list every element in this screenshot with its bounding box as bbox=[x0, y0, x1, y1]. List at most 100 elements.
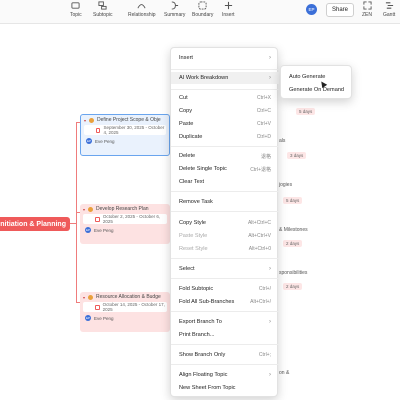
subtopic-title: Resource Allocation & Budge bbox=[96, 294, 161, 300]
chevron-right-icon: › bbox=[269, 372, 271, 378]
menu-item-label: Fold Subtopic bbox=[179, 286, 214, 292]
menu-shortcut: Ctrl+D bbox=[256, 134, 271, 140]
menu-item-label: Copy bbox=[179, 108, 193, 114]
menu-item-duplicate[interactable]: Duplicate Ctrl+D bbox=[171, 131, 279, 143]
menu-item-new-sheet-from-topic[interactable]: New Sheet From Topic bbox=[171, 382, 279, 394]
subtopic-date: September 30, 2025 - October 4, 2025 bbox=[84, 125, 166, 135]
menu-item-label: Insert bbox=[179, 55, 193, 61]
menu-item-export-branch[interactable]: Export Branch To › bbox=[171, 316, 279, 328]
menu-separator bbox=[171, 344, 279, 345]
subtopic-card[interactable]: ▾ Develop Research Plan October 2, 2025 … bbox=[80, 204, 170, 244]
chevron-right-icon: › bbox=[269, 319, 271, 325]
gantt-label: Gantt bbox=[383, 12, 396, 18]
menu-item-delete-single-topic[interactable]: Delete Single Topic Ctrl+退格 bbox=[171, 163, 279, 175]
context-menu: Insert › AI Work Breakdown › Cut Ctrl+X Cop… bbox=[170, 47, 279, 397]
menu-item-label: Print Branch... bbox=[179, 332, 215, 338]
menu-item-label: Duplicate bbox=[179, 134, 203, 140]
zen-mode-button[interactable]: ZEN bbox=[362, 1, 372, 18]
insert-tool-button[interactable]: Insert bbox=[222, 1, 235, 18]
menu-item-label: Paste bbox=[179, 121, 194, 127]
chevron-right-icon: › bbox=[269, 266, 271, 272]
menu-item-fold-subtopic[interactable]: Fold Subtopic Ctrl+/ bbox=[171, 283, 279, 295]
subtopic-date: October 14, 2025 - October 17, 2025 bbox=[83, 302, 167, 312]
subtopic-card[interactable]: ▾ Resource Allocation & Budge October 14… bbox=[80, 292, 170, 332]
subtopic-title-row: ▾ Define Project Scope & Obje bbox=[81, 115, 169, 125]
menu-item-copy[interactable]: Copy Ctrl+C bbox=[171, 105, 279, 117]
menu-item-ai-work-breakdown[interactable]: AI Work Breakdown › bbox=[171, 72, 279, 84]
expand-icon bbox=[362, 1, 372, 10]
menu-shortcut: Ctrl+V bbox=[256, 121, 271, 127]
chevron-right-icon: › bbox=[269, 75, 271, 81]
menu-item-reset-style[interactable]: Reset Style Alt+Ctrl+0 bbox=[171, 243, 279, 255]
relationship-icon bbox=[137, 1, 146, 10]
topic-tool-label: Topic bbox=[70, 12, 82, 18]
menu-item-clear-text[interactable]: Clear Text bbox=[171, 176, 279, 188]
user-avatar[interactable]: EP bbox=[306, 4, 317, 15]
task-status-icon bbox=[89, 117, 95, 123]
zen-label: ZEN bbox=[362, 12, 372, 18]
submenu-item-auto-generate[interactable]: Auto Generate bbox=[281, 71, 353, 83]
subtopic-icon bbox=[98, 1, 107, 10]
menu-item-delete[interactable]: Delete 退格 bbox=[171, 150, 279, 162]
calendar-icon bbox=[96, 127, 101, 133]
toolbar: Topic Subtopic Relationship Summary Boun… bbox=[0, 0, 400, 24]
menu-separator bbox=[171, 211, 279, 212]
menu-item-insert[interactable]: Insert › bbox=[171, 52, 279, 64]
menu-item-label: AI Work Breakdown bbox=[179, 75, 229, 81]
menu-item-label: Clear Text bbox=[179, 179, 205, 185]
menu-item-paste-style[interactable]: Paste Style Alt+Ctrl+V bbox=[171, 230, 279, 242]
menu-item-align-floating-topic[interactable]: Align Floating Topic › bbox=[171, 369, 279, 381]
menu-shortcut: Ctrl+X bbox=[256, 95, 271, 101]
subtopic-assignee: EP Eve Peng bbox=[80, 312, 170, 324]
collapse-icon[interactable]: ▾ bbox=[83, 295, 85, 300]
boundary-tool-button[interactable]: Boundary bbox=[192, 1, 213, 18]
menu-item-show-branch-only[interactable]: Show Branch Only Ctrl+; bbox=[171, 349, 279, 361]
menu-item-label: Reset Style bbox=[179, 246, 208, 252]
calendar-icon bbox=[95, 304, 100, 310]
submenu-item-generate-on-demand[interactable]: Generate On Demand bbox=[281, 84, 353, 96]
boundary-icon bbox=[198, 1, 207, 10]
menu-separator bbox=[171, 311, 279, 312]
duration-tag: 2 days bbox=[283, 240, 303, 247]
menu-item-cut[interactable]: Cut Ctrl+X bbox=[171, 92, 279, 104]
collapse-icon[interactable]: ▾ bbox=[84, 118, 86, 123]
menu-shortcut: Alt+Ctrl+/ bbox=[250, 299, 271, 305]
menu-shortcut: Alt+Ctrl+C bbox=[247, 220, 271, 226]
menu-item-label: Delete Single Topic bbox=[179, 166, 227, 172]
main-topic[interactable]: t Initiation & Planning bbox=[0, 217, 70, 231]
assignee-avatar: EP bbox=[85, 227, 91, 233]
menu-item-label: Cut bbox=[179, 95, 188, 101]
relationship-tool-button[interactable]: Relationship bbox=[128, 1, 156, 18]
subtopic-date: October 2, 2025 - October 6, 2025 bbox=[83, 214, 167, 224]
menu-item-select[interactable]: Select › bbox=[171, 263, 279, 275]
menu-separator bbox=[171, 258, 279, 259]
ai-work-breakdown-submenu: Auto Generate Generate On Demand bbox=[280, 65, 352, 99]
menu-item-label: Remove Task bbox=[179, 199, 213, 205]
insert-icon bbox=[224, 1, 233, 10]
duration-tag: 2 days bbox=[283, 283, 303, 290]
menu-item-copy-style[interactable]: Copy Style Alt+Ctrl+C bbox=[171, 217, 279, 229]
date-text: October 2, 2025 - October 6, 2025 bbox=[102, 214, 161, 224]
gantt-button[interactable]: Gantt bbox=[383, 1, 395, 18]
subtopic-tool-button[interactable]: Subtopic bbox=[93, 1, 112, 18]
share-button[interactable]: Share bbox=[326, 3, 354, 17]
summary-tool-button[interactable]: Summary bbox=[164, 1, 185, 18]
menu-shortcut: Ctrl+退格 bbox=[250, 166, 271, 173]
topic-tool-button[interactable]: Topic bbox=[70, 1, 82, 18]
menu-item-print-branch[interactable]: Print Branch... bbox=[171, 329, 279, 341]
menu-item-paste[interactable]: Paste Ctrl+V bbox=[171, 118, 279, 130]
menu-item-label: Auto Generate bbox=[289, 74, 326, 80]
topic-icon bbox=[71, 1, 80, 10]
menu-item-remove-task[interactable]: Remove Task bbox=[171, 196, 279, 208]
subtopic-card[interactable]: ▾ Define Project Scope & Obje September … bbox=[80, 114, 170, 156]
menu-item-fold-all-sub-branches[interactable]: Fold All Sub-Branches Alt+Ctrl+/ bbox=[171, 296, 279, 308]
menu-shortcut: Ctrl+/ bbox=[258, 286, 271, 292]
relationship-tool-label: Relationship bbox=[128, 12, 156, 18]
chevron-right-icon: › bbox=[269, 55, 271, 61]
menu-separator bbox=[171, 89, 279, 90]
assignee-avatar: EP bbox=[85, 315, 91, 321]
menu-item-label: Generate On Demand bbox=[289, 87, 345, 93]
collapse-icon[interactable]: ▾ bbox=[83, 207, 85, 212]
date-text: September 30, 2025 - October 4, 2025 bbox=[103, 125, 165, 135]
insert-tool-label: Insert bbox=[222, 12, 235, 18]
